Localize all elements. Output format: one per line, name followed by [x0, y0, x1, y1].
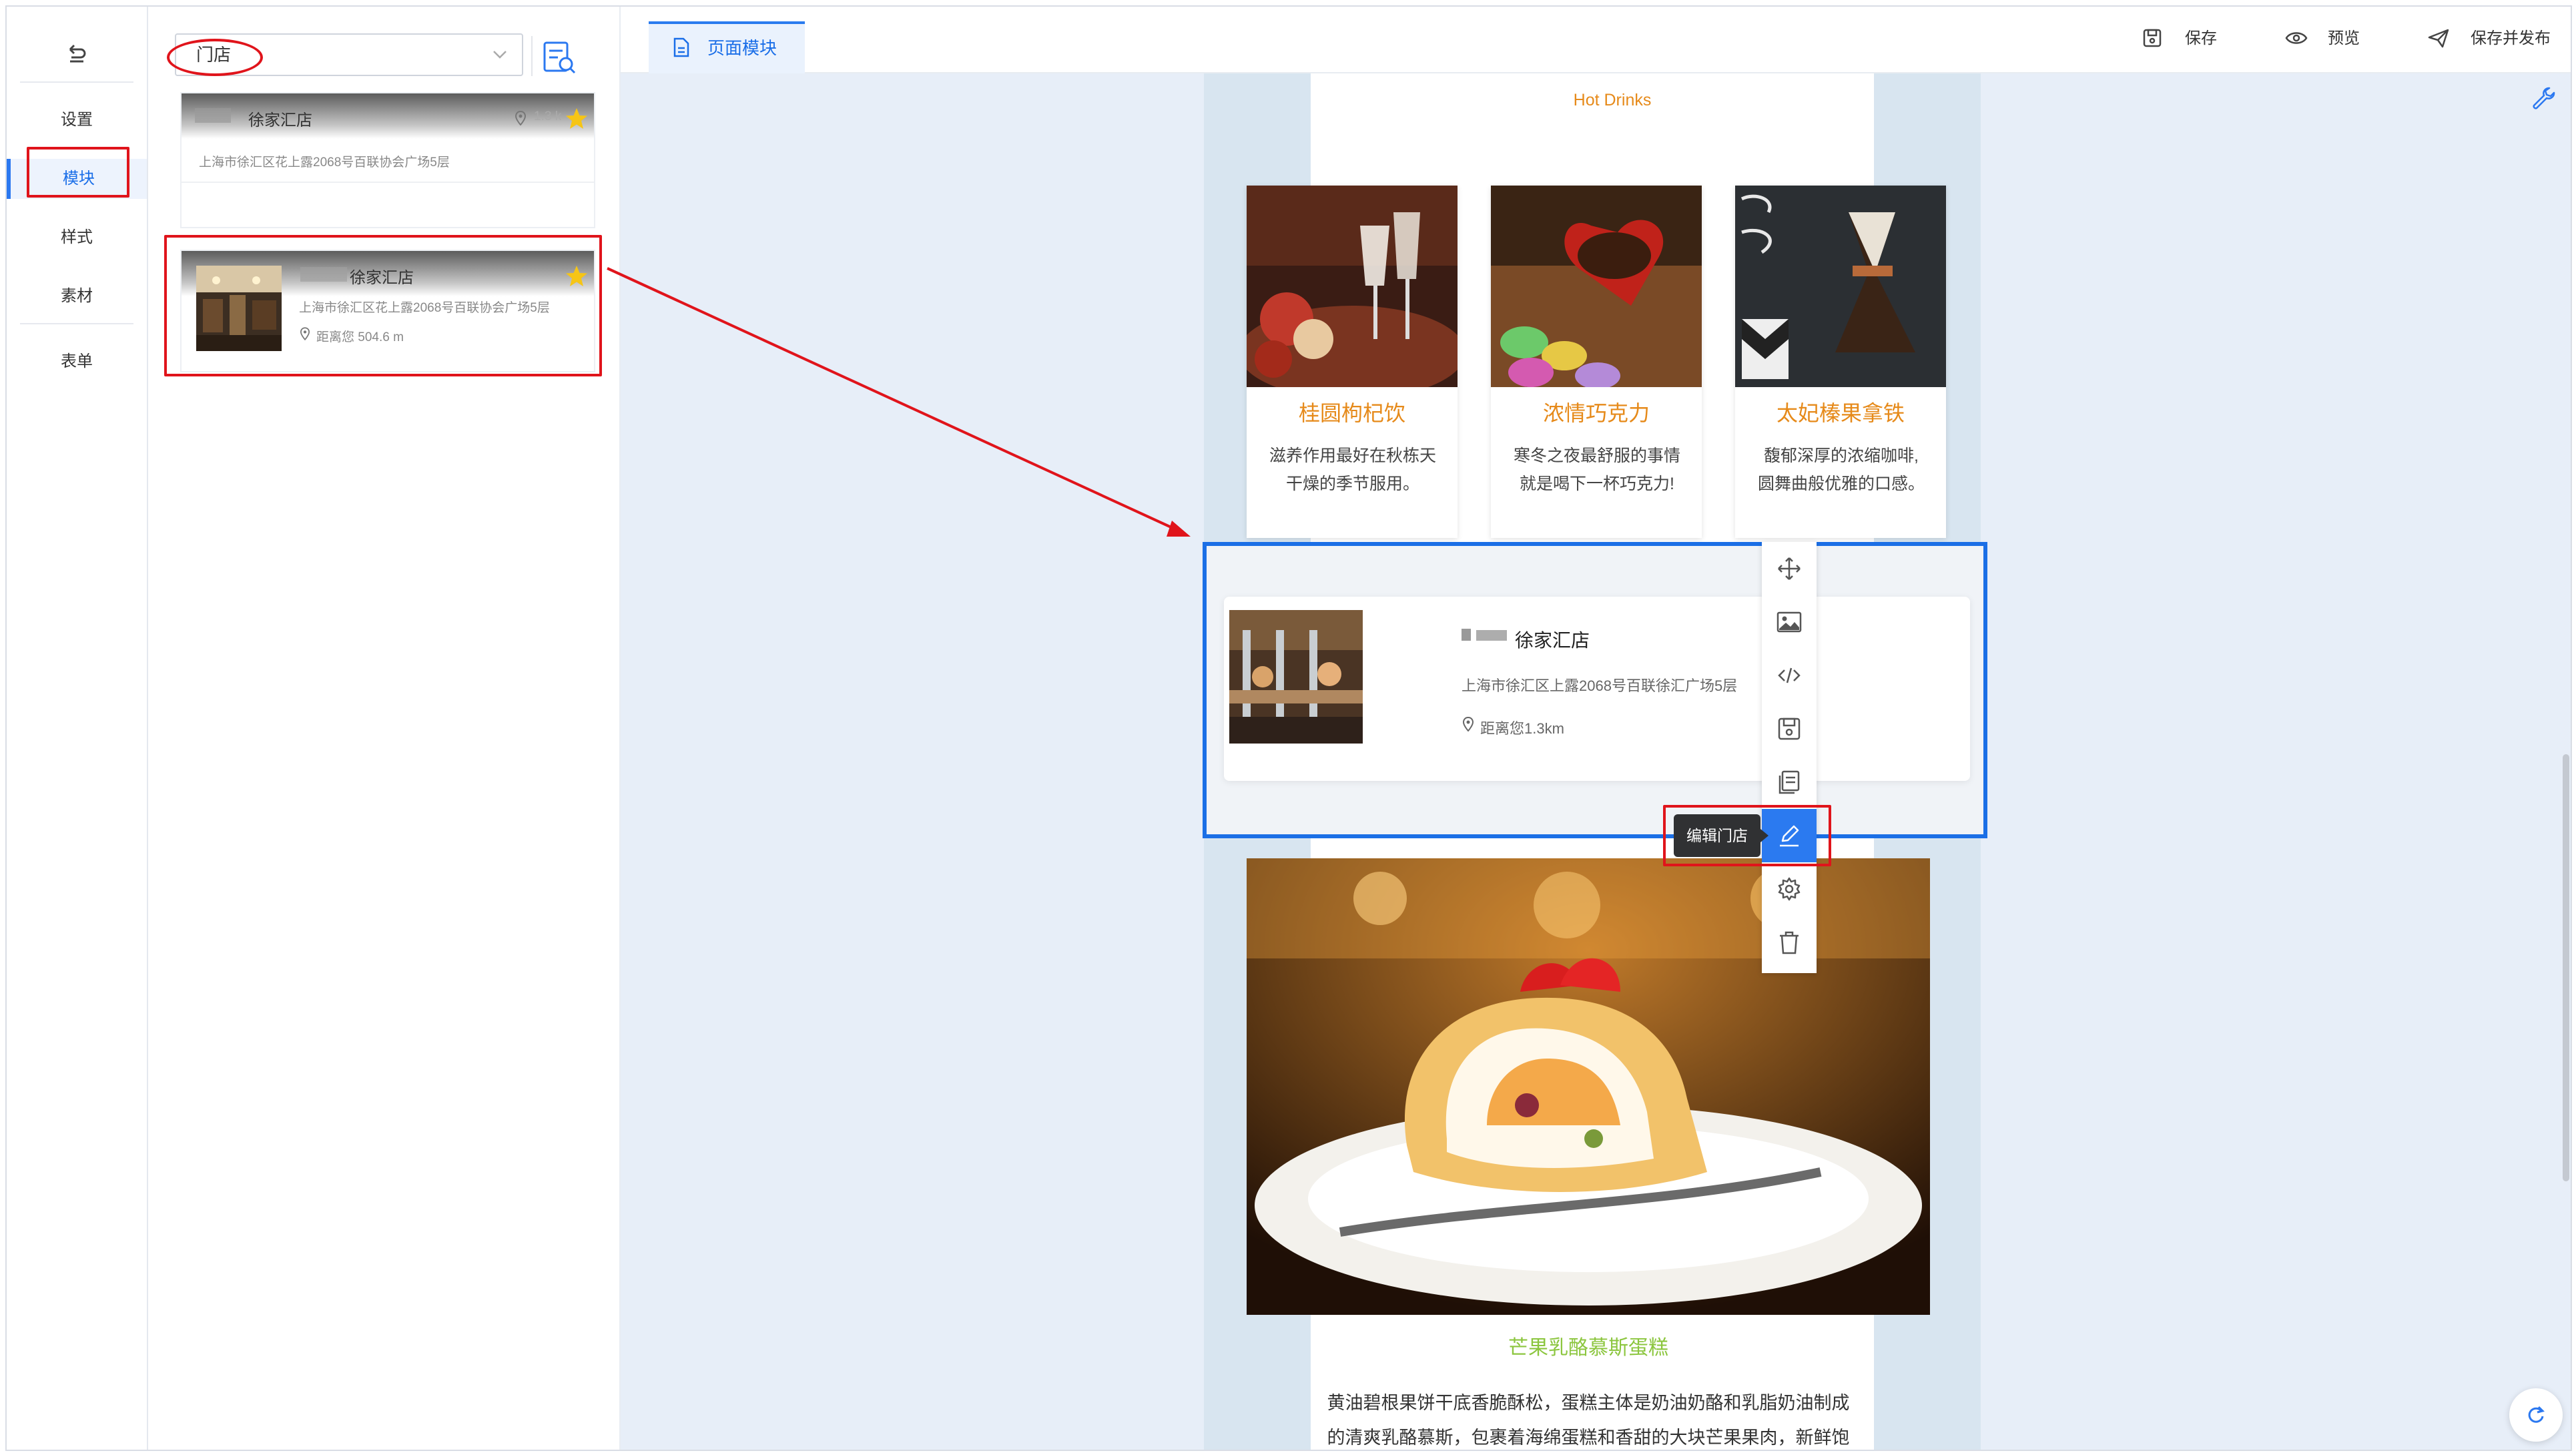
drink-name: 太妃榛果拿铁 — [1776, 401, 1905, 425]
publish-label: 保存并发布 — [2471, 29, 2551, 47]
back-icon[interactable] — [63, 40, 90, 67]
drink-name: 浓情巧克力 — [1542, 401, 1650, 425]
document-icon — [673, 37, 689, 57]
nav-divider — [20, 323, 133, 324]
editor-frame: 设置 模块 样式 素材 表单 门店 徐家汇店 1.3 k 上海市徐汇区花上露20… — [5, 5, 2572, 1451]
drink-card-1[interactable]: 桂圆枸杞饮 滋养作用最好在秋栋天 干燥的季节服用。 — [1247, 186, 1458, 538]
location-icon — [515, 111, 526, 125]
drink-desc-line: 就是喝下一杯巧克力! — [1520, 475, 1674, 493]
drink-card-2[interactable]: 浓情巧克力 寒冬之夜最舒服的事情 就是喝下一杯巧克力! — [1491, 186, 1702, 538]
refresh-icon — [2528, 1406, 2545, 1423]
drink-desc-line: 寒冬之夜最舒服的事情 — [1513, 447, 1680, 465]
annotation-box-store-card — [164, 235, 602, 376]
copy-button[interactable] — [1762, 756, 1817, 809]
save-icon — [2143, 29, 2162, 47]
chevron-down-icon — [493, 51, 507, 59]
cake-desc: 黄油碧根果饼干底香脆酥松，蛋糕主体是奶油奶酪和乳脂奶油制成 的清爽乳酪慕斯，包裹… — [1301, 1386, 1875, 1450]
publish-button[interactable]: 保存并发布 — [2428, 7, 2568, 71]
preview-store-card[interactable]: 徐家汇店 上海市徐汇区上露2068号百联徐汇广场5层 距离您1.3km — [1224, 597, 1970, 781]
store-card-distance: 1.3 k — [534, 109, 562, 123]
selected-store-module[interactable]: 徐家汇店 上海市徐汇区上露2068号百联徐汇广场5层 距离您1.3km — [1203, 542, 1987, 838]
move-icon — [1778, 557, 1801, 580]
wrench-icon[interactable] — [2531, 85, 2556, 111]
store-card-name: 徐家汇店 — [248, 111, 312, 129]
drink-desc: 寒冬之夜最舒服的事情 就是喝下一杯巧克力! — [1500, 442, 1694, 498]
eye-icon — [2285, 32, 2308, 44]
section-title: Hot Drinks — [1573, 91, 1652, 109]
drink-desc: 馥郁深厚的浓缩咖啡, 圆舞曲般优雅的口感。 — [1744, 442, 1938, 498]
save-label: 保存 — [2185, 29, 2217, 47]
store-card-1[interactable]: 徐家汇店 1.3 k 上海市徐汇区花上露2068号百联协会广场5层 — [180, 92, 595, 228]
preview-store-image — [1229, 610, 1363, 744]
drink-image-3 — [1735, 186, 1946, 387]
blurred-brand — [1462, 629, 1471, 641]
cake-desc-line: 的清爽乳酪慕斯，包裹着海绵蛋糕和香甜的大块芒果果肉，新鲜饱 — [1327, 1428, 1850, 1448]
tab-page-modules[interactable]: 页面模块 — [649, 21, 805, 73]
preview-label: 预览 — [2328, 29, 2360, 47]
save-button[interactable]: 保存 — [2142, 7, 2242, 71]
delete-button[interactable] — [1762, 916, 1817, 969]
store-card-address: 上海市徐汇区花上露2068号百联协会广场5层 — [199, 156, 450, 170]
blurred-brand — [1476, 630, 1507, 641]
nav-divider — [20, 81, 133, 83]
preview-store-address: 上海市徐汇区上露2068号百联徐汇广场5层 — [1462, 677, 1738, 694]
nav-item-materials[interactable]: 素材 — [7, 276, 147, 316]
nav-item-forms[interactable]: 表单 — [7, 342, 147, 382]
drink-desc-line: 干燥的季节服用。 — [1285, 475, 1419, 493]
nav-item-styles[interactable]: 样式 — [7, 218, 147, 258]
card-divider — [182, 182, 594, 183]
preview-store-distance: 距离您1.3km — [1480, 720, 1564, 737]
app-root: 设置 模块 样式 素材 表单 门店 徐家汇店 1.3 k 上海市徐汇区花上露20… — [0, 0, 2576, 1455]
drink-desc: 滋养作用最好在秋栋天 干燥的季节服用。 — [1256, 442, 1450, 498]
image-icon — [1777, 611, 1802, 633]
nav-item-settings[interactable]: 设置 — [7, 100, 147, 140]
drink-desc-line: 圆舞曲般优雅的口感。 — [1757, 475, 1925, 493]
annotation-oval-select — [167, 39, 263, 76]
store-panel: 门店 徐家汇店 1.3 k 上海市徐汇区花上露2068号百联协会广场5层 徐家汇… — [148, 7, 621, 1450]
refresh-fab[interactable] — [2509, 1388, 2563, 1442]
trash-icon — [1780, 931, 1799, 954]
drink-card-3[interactable]: 太妃榛果拿铁 馥郁深厚的浓缩咖啡, 圆舞曲般优雅的口感。 — [1735, 186, 1946, 538]
annotation-box-modules — [27, 147, 129, 198]
module-toolbar — [1762, 542, 1817, 973]
canvas-scrollbar[interactable] — [2563, 754, 2569, 1181]
left-nav: 设置 模块 样式 素材 表单 — [7, 7, 148, 1450]
send-icon — [2428, 29, 2449, 48]
settings-button[interactable] — [1762, 862, 1817, 916]
star-icon[interactable] — [565, 107, 589, 131]
tab-label: 页面模块 — [707, 38, 777, 58]
save-icon — [1778, 717, 1801, 740]
card-header-band — [182, 93, 594, 139]
blurred-brand — [195, 108, 231, 123]
preview-button[interactable]: 预览 — [2285, 7, 2385, 71]
drink-image-2 — [1491, 186, 1702, 387]
preview-store-name: 徐家汇店 — [1515, 630, 1590, 651]
cake-image — [1247, 858, 1930, 1315]
divider — [531, 36, 533, 76]
save-module-button[interactable] — [1762, 702, 1817, 756]
gear-icon — [1778, 877, 1801, 901]
cake-title: 芒果乳酪慕斯蛋糕 — [1508, 1337, 1668, 1359]
top-bar: 页面模块 保存 预览 保存并发布 — [621, 7, 2571, 73]
preview-canvas: Hot Drinks 桂圆枸杞饮 滋养作用最好在秋栋天 干燥的季节服用。 浓情巧… — [621, 73, 2571, 1450]
drink-image-1 — [1247, 186, 1458, 387]
code-button[interactable] — [1762, 649, 1817, 702]
drink-name: 桂圆枸杞饮 — [1298, 401, 1405, 425]
move-button[interactable] — [1762, 542, 1817, 595]
drink-desc-line: 馥郁深厚的浓缩咖啡, — [1764, 447, 1919, 465]
drink-desc-line: 滋养作用最好在秋栋天 — [1269, 447, 1436, 465]
search-list-icon[interactable] — [541, 39, 578, 76]
location-icon — [1463, 717, 1474, 732]
code-icon — [1778, 667, 1801, 683]
cake-desc-line: 黄油碧根果饼干底香脆酥松，蛋糕主体是奶油奶酪和乳脂奶油制成 — [1327, 1393, 1850, 1413]
image-button[interactable] — [1762, 595, 1817, 649]
annotation-box-edit-button — [1663, 805, 1831, 866]
copy-icon — [1779, 770, 1800, 794]
